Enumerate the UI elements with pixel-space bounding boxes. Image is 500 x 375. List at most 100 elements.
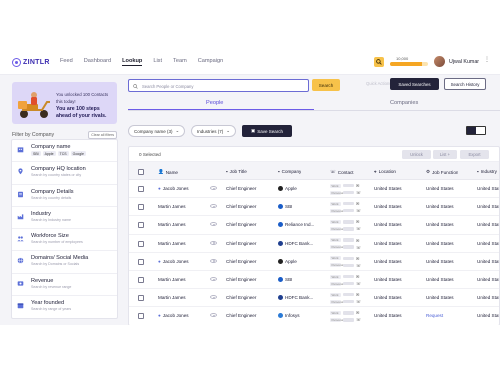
cell-company[interactable]: Infosys — [278, 313, 326, 319]
table-row[interactable]: Martin James Chief Engineer Reliance Ind..… — [129, 216, 499, 235]
more-icon[interactable]: ⋮ — [484, 56, 490, 63]
table-row[interactable]: Martin James Chief Engineer HDFC Bank... Wo… — [129, 235, 499, 253]
nav-lookup[interactable]: Lookup — [122, 58, 143, 66]
filter-workforce-size[interactable]: Workforce Size Search by number of emplo… — [12, 229, 117, 252]
tab-people[interactable]: People — [206, 100, 223, 106]
filter-domains-social[interactable]: Domains/ Social Media Search by Domains … — [12, 251, 117, 274]
avatar[interactable] — [434, 56, 445, 67]
phone-icon[interactable]: ☏ — [356, 190, 361, 195]
filter-chip[interactable]: Google — [70, 151, 86, 156]
cell-company[interactable]: Reliance Ind... — [278, 222, 326, 228]
email-icon[interactable]: ✉ — [356, 292, 359, 297]
email-icon[interactable]: ✉ — [356, 274, 359, 279]
filter-chip[interactable]: SBI — [31, 151, 41, 156]
filter-revenue[interactable]: Revenue Search by revenue range — [12, 274, 117, 297]
table-row[interactable]: ● Jacob Jones Chief Engineer Apple Work ✉ Pers… — [129, 180, 499, 199]
cell-company[interactable]: HDFC Bank... — [278, 295, 326, 301]
add-to-list-button[interactable]: List + — [433, 150, 457, 159]
table-row[interactable]: ● Jacob Jones Chief Engineer Apple Work ✉ Pers… — [129, 253, 499, 271]
row-checkbox[interactable] — [138, 204, 144, 211]
unlock-button[interactable]: Unlock — [402, 150, 431, 159]
view-eye-icon[interactable] — [210, 204, 217, 209]
view-eye-icon[interactable] — [210, 277, 217, 281]
export-button[interactable]: Export — [460, 150, 489, 159]
row-checkbox[interactable] — [138, 222, 144, 229]
view-eye-icon[interactable] — [210, 186, 217, 190]
cell-company[interactable]: SBI — [278, 277, 326, 282]
row-checkbox[interactable] — [138, 240, 144, 247]
email-icon[interactable]: ✉ — [356, 238, 359, 243]
cell-job-function[interactable]: Request — [426, 313, 474, 318]
cell-name[interactable]: ● Jacob Jones — [158, 313, 214, 318]
nav-dashboard[interactable]: Dashboard — [84, 58, 111, 66]
row-checkbox[interactable] — [138, 258, 144, 265]
view-eye-icon[interactable] — [210, 222, 217, 227]
table-row[interactable]: Martin James Chief Engineer HDFC Bank... Wo… — [129, 289, 499, 308]
phone-icon[interactable]: ☏ — [356, 245, 361, 250]
cell-company[interactable]: Apple — [278, 186, 326, 191]
nav-team[interactable]: Team — [173, 58, 187, 66]
username[interactable]: Ujwal Kumar — [449, 59, 479, 65]
cell-name[interactable]: ● Jacob Jones — [158, 186, 214, 191]
cell-name[interactable]: Martin James — [158, 222, 214, 227]
email-icon[interactable]: ✉ — [356, 183, 359, 188]
row-checkbox[interactable] — [138, 186, 144, 192]
select-all-checkbox[interactable] — [138, 169, 144, 175]
filter-chip[interactable]: TCS — [57, 151, 69, 156]
tab-companies[interactable]: Companies — [390, 100, 418, 106]
row-checkbox[interactable] — [138, 295, 144, 302]
view-eye-icon[interactable] — [210, 295, 217, 300]
filter-hq-location[interactable]: Company HQ location Search by country st… — [12, 162, 117, 185]
header-job-title[interactable]: ▪ Job Title — [226, 169, 247, 174]
linkedin-icon[interactable]: ● — [158, 259, 161, 264]
cell-name[interactable]: Martin James — [158, 277, 214, 282]
linkedin-icon[interactable]: ● — [158, 186, 161, 191]
phone-icon[interactable]: ☏ — [356, 208, 361, 213]
row-checkbox[interactable] — [138, 277, 144, 283]
cell-company[interactable]: Apple — [278, 258, 326, 264]
view-eye-icon[interactable] — [210, 240, 217, 245]
saved-searches-button[interactable]: Saved Searches — [390, 78, 439, 90]
filter-industry[interactable]: Industry Search by Industry name — [12, 207, 117, 230]
global-search-button[interactable] — [374, 57, 384, 67]
row-checkbox[interactable] — [138, 313, 144, 320]
header-contact[interactable]: ☏ Contact — [330, 169, 354, 175]
filter-year-founded[interactable]: Year founded Search by range of years — [12, 296, 117, 318]
view-toggle[interactable] — [466, 126, 486, 135]
filter-company-name[interactable]: Company name SBI Apple TCS Google — [12, 140, 117, 163]
search-input[interactable]: Search People or Company — [128, 79, 309, 92]
view-eye-icon[interactable] — [210, 258, 217, 263]
table-row[interactable]: Martin James Chief Engineer SBI Work ✉ Person… — [129, 198, 499, 217]
header-company[interactable]: ▪ Company — [278, 169, 301, 174]
header-job-function[interactable]: ⚙ Job Function — [426, 169, 458, 175]
header-name[interactable]: 👤 Name — [158, 169, 178, 175]
industries-filter-pill[interactable]: Industries (7) ⌄ — [191, 125, 237, 137]
table-row[interactable]: ● Jacob Jones Chief Engineer Infosys Work ✉ Pe… — [129, 307, 499, 325]
clear-filters-button[interactable]: Clear all filters — [88, 131, 117, 139]
nav-campaign[interactable]: Campaign — [198, 58, 224, 66]
phone-icon[interactable]: ☏ — [356, 317, 361, 322]
save-search-button[interactable]: ▣ Save Search — [242, 125, 292, 137]
linkedin-icon[interactable]: ● — [158, 313, 161, 318]
cell-name[interactable]: Martin James — [158, 295, 214, 300]
company-name-filter-pill[interactable]: Company name (3) ⌄ — [128, 125, 186, 137]
filter-company-details[interactable]: Company Details Search by country detail… — [12, 185, 117, 207]
cell-name[interactable]: Martin James — [158, 241, 214, 246]
header-industry[interactable]: ▪ Industry — [477, 169, 497, 174]
cell-company[interactable]: HDFC Bank... — [278, 240, 326, 246]
search-history-button[interactable]: Search History — [444, 78, 486, 90]
search-button[interactable]: Search — [312, 79, 340, 91]
view-eye-icon[interactable] — [210, 313, 217, 318]
cell-name[interactable]: ● Jacob Jones — [158, 259, 214, 264]
email-icon[interactable]: ✉ — [356, 201, 359, 206]
nav-feed[interactable]: Feed — [60, 58, 73, 66]
nav-list[interactable]: List — [153, 58, 162, 66]
phone-icon[interactable]: ☏ — [356, 226, 361, 231]
header-location[interactable]: ⌖ Location — [374, 169, 396, 174]
phone-icon[interactable]: ☏ — [356, 281, 361, 286]
email-icon[interactable]: ✉ — [356, 256, 359, 261]
filter-chip[interactable]: Apple — [42, 151, 56, 156]
cell-name[interactable]: Martin James — [158, 204, 214, 209]
cell-company[interactable]: SBI — [278, 204, 326, 210]
phone-icon[interactable]: ☏ — [356, 299, 361, 304]
